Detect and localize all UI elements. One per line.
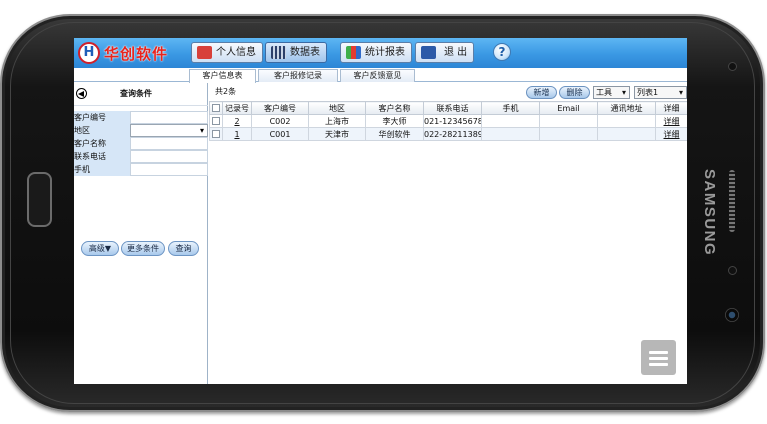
menu-bar [649, 351, 668, 354]
sensor-dot [728, 62, 737, 71]
tab-repair-records[interactable]: 客户报修记录 [258, 69, 338, 82]
detail-link[interactable]: 详细 [655, 114, 687, 128]
region-select[interactable] [130, 124, 208, 137]
back-arrow-icon[interactable] [76, 88, 87, 99]
record-number-link[interactable]: 2 [222, 114, 252, 128]
mobile-input[interactable] [130, 163, 208, 176]
home-key[interactable] [27, 172, 52, 227]
divider [74, 105, 208, 106]
app-logo: H [78, 42, 100, 64]
data-grid-panel: 共2条 新增 删除 工具 列表1 记录号 客户编号 地区 客户名称 [209, 83, 687, 384]
checkbox-icon[interactable] [212, 130, 220, 138]
exit-icon [421, 46, 436, 59]
filter-row-mobile: 手机 [74, 163, 208, 176]
menu-bar [649, 357, 668, 360]
tab-feedback[interactable]: 客户反馈意见 [340, 69, 415, 82]
query-title: 查询条件 [120, 89, 152, 98]
table-row[interactable]: 1 C001 天津市 华创软件 022-28211389 详细 [209, 127, 687, 141]
nav-label: 退 出 [444, 47, 468, 58]
select-all-header[interactable] [209, 101, 223, 115]
record-count: 共2条 [215, 87, 237, 96]
column-header[interactable]: 地区 [308, 101, 366, 115]
column-header[interactable]: 联系电话 [423, 101, 482, 115]
filter-row-phone: 联系电话 [74, 150, 208, 163]
row-select[interactable] [209, 114, 223, 128]
customer-name-cell: 李大师 [365, 114, 424, 128]
filter-row-customer-code: 客户编号 [74, 111, 208, 124]
column-header[interactable]: 详细 [655, 101, 687, 115]
app-screen: H 华创软件 个人信息 数据表 统计报表 退 出 ? 客户信息表 客户报修记录 … [74, 38, 687, 384]
customer-table: 记录号 客户编号 地区 客户名称 联系电话 手机 Email 通讯地址 详细 2… [209, 101, 687, 141]
device-stage: SAMSUNG H 华创软件 个人信息 数据表 统计报表 退 出 ? 客户信息表… [0, 0, 767, 424]
column-header[interactable]: Email [539, 101, 598, 115]
person-icon [197, 46, 212, 59]
nav-personal-info-button[interactable]: 个人信息 [191, 42, 263, 63]
filter-label: 客户名称 [74, 137, 130, 150]
customer-code-cell: C001 [251, 127, 309, 141]
nav-datatable-button[interactable]: 数据表 [265, 42, 327, 63]
email-cell [539, 114, 598, 128]
address-cell [597, 114, 656, 128]
region-cell: 上海市 [308, 114, 366, 128]
customer-name-input[interactable] [130, 137, 208, 150]
column-header[interactable]: 通讯地址 [597, 101, 656, 115]
filter-label: 客户编号 [74, 111, 130, 124]
nav-label: 个人信息 [216, 47, 256, 58]
phone-cell: 021-12345678 [423, 114, 482, 128]
speaker-grille [729, 170, 735, 232]
nav-label: 统计报表 [365, 47, 405, 58]
phone-input[interactable] [130, 150, 208, 163]
detail-link[interactable]: 详细 [655, 127, 687, 141]
column-header[interactable]: 客户编号 [251, 101, 309, 115]
menu-icon[interactable] [641, 340, 676, 375]
filter-row-region: 地区 [74, 124, 208, 137]
column-header[interactable]: 客户名称 [365, 101, 424, 115]
customer-code-cell: C002 [251, 114, 309, 128]
email-cell [539, 127, 598, 141]
tab-strip: 客户信息表 客户报修记录 客户反馈意见 [74, 68, 687, 83]
chart-icon [346, 46, 361, 59]
phone-cell: 022-28211389 [423, 127, 482, 141]
app-name: 华创软件 [104, 45, 169, 63]
table-header: 记录号 客户编号 地区 客户名称 联系电话 手机 Email 通讯地址 详细 [209, 101, 687, 115]
checkbox-icon[interactable] [212, 117, 220, 125]
mobile-cell [481, 114, 540, 128]
table-row[interactable]: 2 C002 上海市 李大师 021-12345678 详细 [209, 114, 687, 128]
tab-customer-info[interactable]: 客户信息表 [189, 69, 256, 83]
customer-name-cell: 华创软件 [365, 127, 424, 141]
customer-code-input[interactable] [130, 111, 208, 124]
column-header[interactable]: 手机 [481, 101, 540, 115]
nav-reports-button[interactable]: 统计报表 [340, 42, 412, 63]
table-icon [271, 46, 286, 59]
region-cell: 天津市 [308, 127, 366, 141]
add-button[interactable]: 新增 [526, 86, 557, 99]
top-toolbar: H 华创软件 个人信息 数据表 统计报表 退 出 ? [74, 38, 687, 68]
advanced-button[interactable]: 高级▼ [81, 241, 119, 256]
tools-dropdown[interactable]: 工具 [593, 86, 630, 99]
delete-button[interactable]: 删除 [559, 86, 590, 99]
column-header[interactable]: 记录号 [222, 101, 252, 115]
menu-bar [649, 363, 668, 366]
sensor-dot [728, 266, 737, 275]
nav-exit-button[interactable]: 退 出 [415, 42, 475, 63]
filter-label: 联系电话 [74, 150, 130, 163]
nav-label: 数据表 [290, 47, 320, 58]
row-select[interactable] [209, 127, 223, 141]
filter-label: 手机 [74, 163, 130, 176]
checkbox-icon[interactable] [212, 104, 220, 112]
record-number-link[interactable]: 1 [222, 127, 252, 141]
front-camera-icon [725, 308, 739, 322]
mobile-cell [481, 127, 540, 141]
filter-label: 地区 [74, 124, 130, 137]
brand-label: SAMSUNG [701, 169, 718, 257]
search-button[interactable]: 查询 [168, 241, 199, 256]
view-dropdown[interactable]: 列表1 [634, 86, 687, 99]
query-panel: 查询条件 客户编号 地区 客户名称 联系电话 手机 高级▼ [74, 83, 208, 384]
filter-row-customer-name: 客户名称 [74, 137, 208, 150]
more-conditions-button[interactable]: 更多条件 [121, 241, 165, 256]
help-icon[interactable]: ? [493, 43, 511, 61]
address-cell [597, 127, 656, 141]
